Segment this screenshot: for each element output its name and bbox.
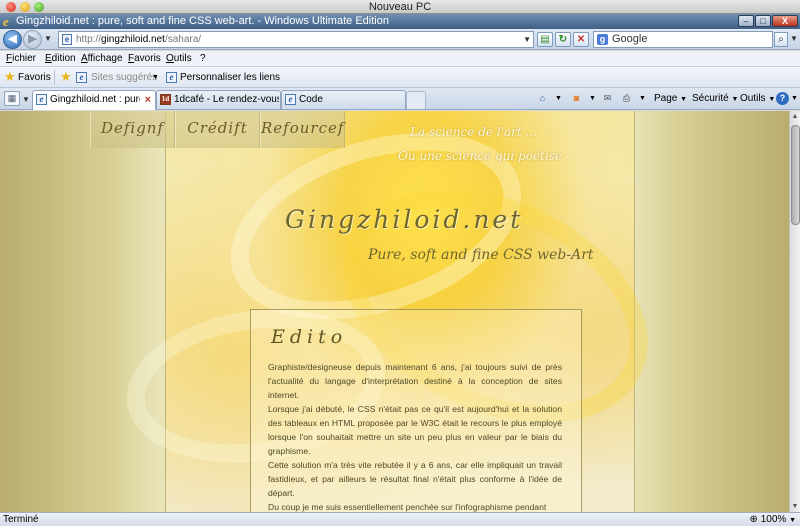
favorites-bar: ★ Favoris ★ e Sites suggérés ▼ e Personn… xyxy=(0,67,800,88)
tab-code[interactable]: e Code xyxy=(281,90,406,109)
stop-icon[interactable]: ✕ xyxy=(573,32,589,47)
ie-logo-icon: e xyxy=(3,14,9,29)
ie-page-icon: e xyxy=(285,94,296,105)
page-menu[interactable]: Page ▼ xyxy=(654,88,687,111)
home-icon[interactable]: ⌂ xyxy=(536,92,549,105)
tab-gingzhiloid[interactable]: e Gingzhiloid.net : pure, ... × xyxy=(32,90,156,110)
history-dropdown-icon[interactable]: ▼ xyxy=(44,34,52,43)
close-button[interactable]: X xyxy=(772,15,798,27)
scroll-down-icon[interactable]: ▼ xyxy=(790,501,800,512)
toolbar-divider xyxy=(54,70,55,85)
feeds-icon[interactable]: ◙ xyxy=(570,92,583,105)
edito-title: Edito xyxy=(271,326,348,348)
mac-window-title: Nouveau PC xyxy=(368,1,432,13)
customize-links-link[interactable]: Personnaliser les liens xyxy=(180,67,280,88)
address-dropdown-icon[interactable]: ▼ xyxy=(523,35,531,44)
feeds-dropdown-icon[interactable]: ▼ xyxy=(589,88,596,110)
tab-bar: ▦ ▼ e Gingzhiloid.net : pure, ... × 1d 1… xyxy=(0,88,800,110)
favorites-star-icon[interactable]: ★ xyxy=(4,69,16,84)
menu-favoris[interactable]: Favoris xyxy=(128,51,161,67)
edito-panel: Edito Graphiste/designeuse depuis mainte… xyxy=(250,309,582,512)
menu-fichier[interactable]: Fichier xyxy=(6,51,36,67)
zoom-control[interactable]: ⊕ 100% ▼ xyxy=(750,513,796,526)
security-menu[interactable]: Sécurité ▼ xyxy=(692,88,738,111)
back-arrow-icon[interactable]: ◀ xyxy=(3,30,22,49)
home-dropdown-icon[interactable]: ▼ xyxy=(555,88,562,110)
page-icon: e xyxy=(62,34,72,45)
zoom-icon: ⊕ xyxy=(749,514,758,525)
favorites-button[interactable]: Favoris xyxy=(18,67,51,88)
edito-paragraph: Du coup je me suis essentiellement pench… xyxy=(268,502,547,512)
window-controls: – □ X xyxy=(738,15,798,27)
zoom-level: 100% xyxy=(760,514,787,525)
minimize-button[interactable]: – xyxy=(738,15,754,27)
google-icon: g xyxy=(597,34,608,45)
nav-defignf[interactable]: Defignf xyxy=(90,111,175,148)
status-text: Terminé xyxy=(3,514,39,525)
menu-outils[interactable]: Outils xyxy=(166,51,192,67)
tab-list-dropdown-icon[interactable]: ▼ xyxy=(22,95,30,104)
maximize-button[interactable]: □ xyxy=(755,15,771,27)
scroll-thumb[interactable] xyxy=(791,125,800,225)
add-favorite-icon[interactable]: ★ xyxy=(60,69,72,84)
suggested-sites-link[interactable]: Sites suggérés xyxy=(91,67,157,88)
search-options-dropdown-icon[interactable]: ▼ xyxy=(790,34,798,43)
menu-help[interactable]: ? xyxy=(200,51,206,67)
search-placeholder: Google xyxy=(612,33,648,45)
edito-body: Graphiste/designeuse depuis maintenant 6… xyxy=(268,360,562,512)
page-viewport: Defignf Crédift Refourcef La science de … xyxy=(0,111,789,512)
tab-1dcafe[interactable]: 1d 1dcafé - Le rendez-vous d... xyxy=(156,90,281,109)
refresh-icon[interactable]: ↻ xyxy=(555,32,571,47)
help-dropdown-icon[interactable]: ▼ xyxy=(791,88,798,110)
tagline-line-2: Ou une science qui poétise xyxy=(398,149,562,163)
ie-title-bar: e Gingzhiloid.net : pure, soft and fine … xyxy=(0,14,800,29)
address-toolbar: ◀ ▶ ▼ e http://gingzhiloid.net/sahara/ ▼… xyxy=(0,29,800,50)
suggested-sites-dropdown-icon[interactable]: ▼ xyxy=(152,67,159,88)
edito-paragraph: Cette solution m'a très vite rebutée il … xyxy=(268,460,562,498)
1dcafe-icon: 1d xyxy=(160,94,171,105)
zoom-dropdown-icon[interactable]: ▼ xyxy=(789,517,796,524)
help-icon[interactable]: ? xyxy=(776,92,789,105)
ie-page-icon: e xyxy=(36,94,47,105)
mac-title-bar: Nouveau PC xyxy=(0,0,800,14)
new-tab-button[interactable] xyxy=(406,91,426,109)
ie-window-title: Gingzhiloid.net : pure, soft and fine CS… xyxy=(16,15,389,27)
quick-tabs-icon[interactable]: ▦ xyxy=(4,91,20,106)
compatibility-view-icon[interactable]: ▤ xyxy=(537,32,553,47)
suggested-sites-icon: e xyxy=(76,72,87,83)
search-icon[interactable]: ⌕ xyxy=(774,32,788,47)
scroll-up-icon[interactable]: ▲ xyxy=(790,111,800,122)
search-input[interactable]: g Google xyxy=(593,31,773,48)
print-icon[interactable]: ⎙ xyxy=(620,92,633,105)
tools-menu[interactable]: Outils ▼ xyxy=(740,88,775,111)
menu-bar: Fichier Edition Affichage Favoris Outils… xyxy=(0,51,800,67)
print-dropdown-icon[interactable]: ▼ xyxy=(639,88,646,110)
edito-paragraph: Lorsque j'ai débuté, le CSS n'était pas … xyxy=(268,404,562,456)
nav-refourcef[interactable]: Refourcef xyxy=(260,111,345,148)
tab-label: Code xyxy=(299,94,323,105)
tagline-line-1: La science de l'art ... xyxy=(410,125,537,139)
site-brand-title: Gingzhiloid.net xyxy=(285,205,524,234)
menu-affichage[interactable]: Affichage xyxy=(81,51,123,67)
vertical-scrollbar[interactable]: ▲ ▼ xyxy=(789,111,800,512)
menu-edition[interactable]: Edition xyxy=(45,51,76,67)
site-subtitle: Pure, soft and fine CSS web-Art xyxy=(368,247,594,263)
url-text[interactable]: http://gingzhiloid.net/sahara/ xyxy=(76,32,201,47)
address-bar[interactable]: e http://gingzhiloid.net/sahara/ ▼ xyxy=(58,31,534,48)
tab-label: 1dcafé - Le rendez-vous d... xyxy=(174,94,279,105)
edito-paragraph: Graphiste/designeuse depuis maintenant 6… xyxy=(268,362,562,400)
mail-icon[interactable]: ✉ xyxy=(601,92,614,105)
tab-label: Gingzhiloid.net : pure, ... xyxy=(50,94,140,105)
site-navigation: Defignf Crédift Refourcef xyxy=(90,111,345,148)
nav-credift[interactable]: Crédift xyxy=(175,111,260,148)
forward-arrow-icon[interactable]: ▶ xyxy=(23,30,42,49)
status-bar: Terminé ⊕ 100% ▼ xyxy=(0,512,800,526)
close-tab-icon[interactable]: × xyxy=(145,93,151,107)
customize-links-icon: e xyxy=(166,72,177,83)
